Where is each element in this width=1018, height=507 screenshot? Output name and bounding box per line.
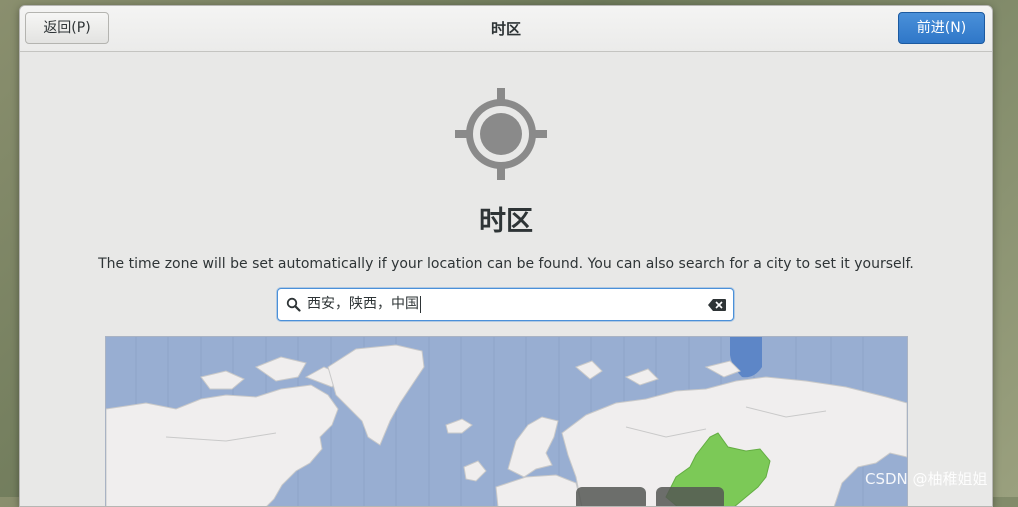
headerbar: 返回(P) 时区 前进(N) [20,6,992,52]
headerbar-title: 时区 [490,20,521,38]
location-crosshair-icon [455,88,547,180]
page-title: 时区 [479,206,533,237]
csdn-watermark: CSDN @柚稚姐姐 [865,470,988,488]
timezone-map[interactable] [105,336,908,506]
search-icon [286,297,301,312]
next-button[interactable]: 前进(N) [898,12,985,44]
page-description: The time zone will be set automatically … [98,256,914,272]
city-search-input[interactable]: 西安，陕西，中国 [277,288,734,321]
world-map-image [106,337,907,506]
search-value: 西安，陕西，中国 [307,296,421,313]
clear-text-icon[interactable] [708,299,726,311]
timezone-window: 返回(P) 时区 前进(N) 时区 The time zone will be … [19,5,993,507]
